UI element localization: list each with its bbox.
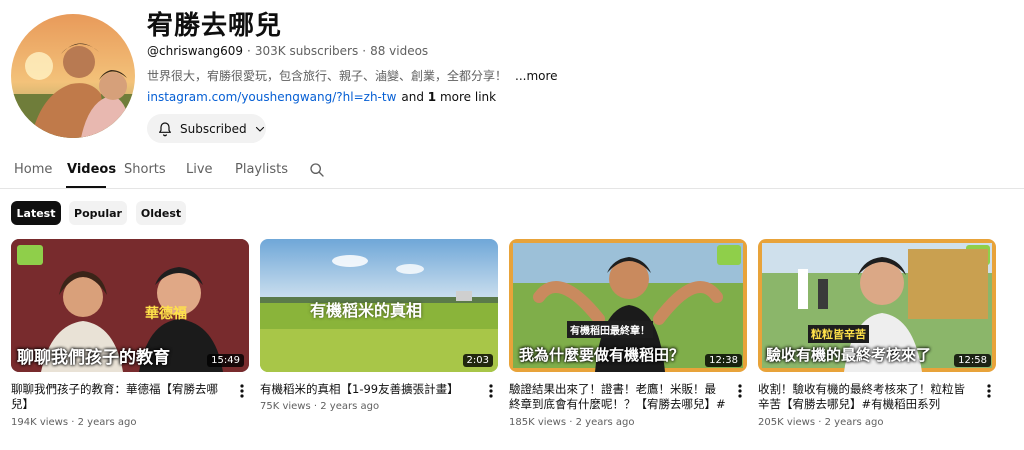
video-card: 有機稻田最終章！ 我為什麼要做有機稻田？ 12:38 驗證結果出來了！證書！老鷹… — [509, 239, 747, 428]
video-stats: 75K views · 2 years ago — [260, 401, 379, 412]
thumbnail-caption: 驗收有機的最終考核來了 — [766, 346, 932, 364]
thumbnail-tag: 有機稻田最終章！ — [567, 321, 653, 338]
thumbnail-tag: 華德福 — [145, 306, 187, 322]
thumbnail-caption: 有機稻米的真相 — [310, 301, 423, 320]
upload-age: 2 years ago — [77, 417, 137, 428]
stats-separator: · — [310, 401, 321, 412]
more-vert-icon[interactable] — [982, 383, 996, 399]
video-title[interactable]: 收割！驗收有機的最終考核來了！粒粒皆辛苦【宥勝去哪兒】#有機稻田系列 — [758, 382, 976, 412]
tab-shorts[interactable]: Shorts — [124, 162, 166, 177]
video-title[interactable]: 聊聊我們孩子的教育：華德福【宥勝去哪兒】 — [11, 382, 229, 412]
video-thumbnail[interactable]: 華德福 聊聊我們孩子的教育 15:49 — [11, 239, 249, 372]
video-count: 88 videos — [370, 44, 429, 58]
more-links-prefix: and — [401, 90, 428, 104]
upload-age: 2 years ago — [824, 417, 884, 428]
stats-separator: · — [68, 417, 78, 428]
video-title[interactable]: 驗證結果出來了！證書！老鷹！米販！最終章到底會有什麼呢！？【宥勝去哪兒】#有..… — [509, 382, 727, 412]
video-stats: 205K views · 2 years ago — [758, 417, 883, 428]
video-title[interactable]: 有機稻米的真相【1-99友善擴張計畫】 — [260, 382, 478, 397]
search-icon[interactable] — [309, 162, 325, 178]
channel-tabs: Home Videos Shorts Live Playlists — [0, 152, 1024, 189]
chevron-down-icon — [255, 126, 264, 132]
video-card: 有機稻米的真相 2:03 有機稻米的真相【1-99友善擴張計畫】 75K vie… — [260, 239, 498, 412]
meta-separator: · — [362, 44, 367, 58]
video-duration: 12:38 — [705, 354, 742, 367]
channel-avatar — [11, 14, 135, 138]
upload-age: 2 years ago — [320, 401, 380, 412]
channel-title: 宥勝去哪兒 — [147, 11, 283, 41]
video-duration: 12:58 — [954, 354, 991, 367]
channel-links: instagram.com/youshengwang/?hl=zh-tw and … — [147, 90, 496, 104]
active-tab-indicator — [66, 186, 106, 188]
view-count: 185K views — [509, 417, 567, 428]
tab-playlists[interactable]: Playlists — [235, 162, 288, 177]
stats-separator: · — [566, 417, 576, 428]
subscriber-count: 303K subscribers — [254, 44, 359, 58]
video-duration: 15:49 — [207, 354, 244, 367]
subscribed-label: Subscribed — [180, 121, 247, 136]
video-stats: 185K views · 2 years ago — [509, 417, 634, 428]
view-count: 205K views — [758, 417, 816, 428]
thumbnail-caption: 聊聊我們孩子的教育 — [17, 348, 170, 368]
description-text: 世界很大，宥勝很愛玩，包含旅行、親子、滷變、創業，全都分享！ — [147, 69, 508, 83]
tab-home[interactable]: Home — [14, 162, 52, 177]
more-links-count: 1 — [427, 90, 437, 104]
bell-icon — [159, 121, 171, 136]
more-vert-icon[interactable] — [484, 383, 498, 399]
chip-latest[interactable]: Latest — [11, 201, 61, 225]
subscribed-button[interactable]: Subscribed — [147, 114, 266, 143]
video-stats: 194K views · 2 years ago — [11, 417, 136, 428]
channel-meta: @chriswang609 · 303K subscribers · 88 videos — [147, 44, 428, 58]
channel-handle: @chriswang609 — [147, 44, 244, 58]
video-card: 粒粒皆辛苦 驗收有機的最終考核來了 12:58 收割！驗收有機的最終考核來了！粒… — [758, 239, 996, 428]
chip-popular[interactable]: Popular — [69, 201, 127, 225]
video-duration: 2:03 — [462, 354, 493, 367]
thumbnail-caption: 我為什麼要做有機稻田？ — [519, 346, 685, 364]
description-more-link[interactable]: ...more — [515, 69, 558, 83]
video-thumbnail[interactable]: 有機稻田最終章！ 我為什麼要做有機稻田？ 12:38 — [509, 239, 747, 372]
view-count: 75K views — [260, 401, 311, 412]
instagram-link[interactable]: instagram.com/youshengwang/?hl=zh-tw — [147, 90, 396, 104]
channel-description: 世界很大，宥勝很愛玩，包含旅行、親子、滷變、創業，全都分享！ ...more — [147, 67, 558, 84]
more-vert-icon[interactable] — [733, 383, 747, 399]
meta-separator: · — [247, 44, 251, 58]
view-count: 194K views — [11, 417, 69, 428]
more-links-link[interactable]: and 1 more link — [401, 90, 496, 104]
stats-separator: · — [815, 417, 825, 428]
more-links-suffix: more link — [436, 90, 497, 104]
tab-videos[interactable]: Videos — [67, 162, 116, 177]
video-thumbnail[interactable]: 粒粒皆辛苦 驗收有機的最終考核來了 12:58 — [758, 239, 996, 372]
more-vert-icon[interactable] — [235, 383, 249, 399]
thumbnail-tag: 粒粒皆辛苦 — [808, 325, 869, 343]
chip-oldest[interactable]: Oldest — [136, 201, 186, 225]
video-card: 華德福 聊聊我們孩子的教育 15:49 聊聊我們孩子的教育：華德福【宥勝去哪兒】… — [11, 239, 249, 428]
video-thumbnail[interactable]: 有機稻米的真相 2:03 — [260, 239, 498, 372]
upload-age: 2 years ago — [575, 417, 635, 428]
tab-live[interactable]: Live — [186, 162, 213, 177]
